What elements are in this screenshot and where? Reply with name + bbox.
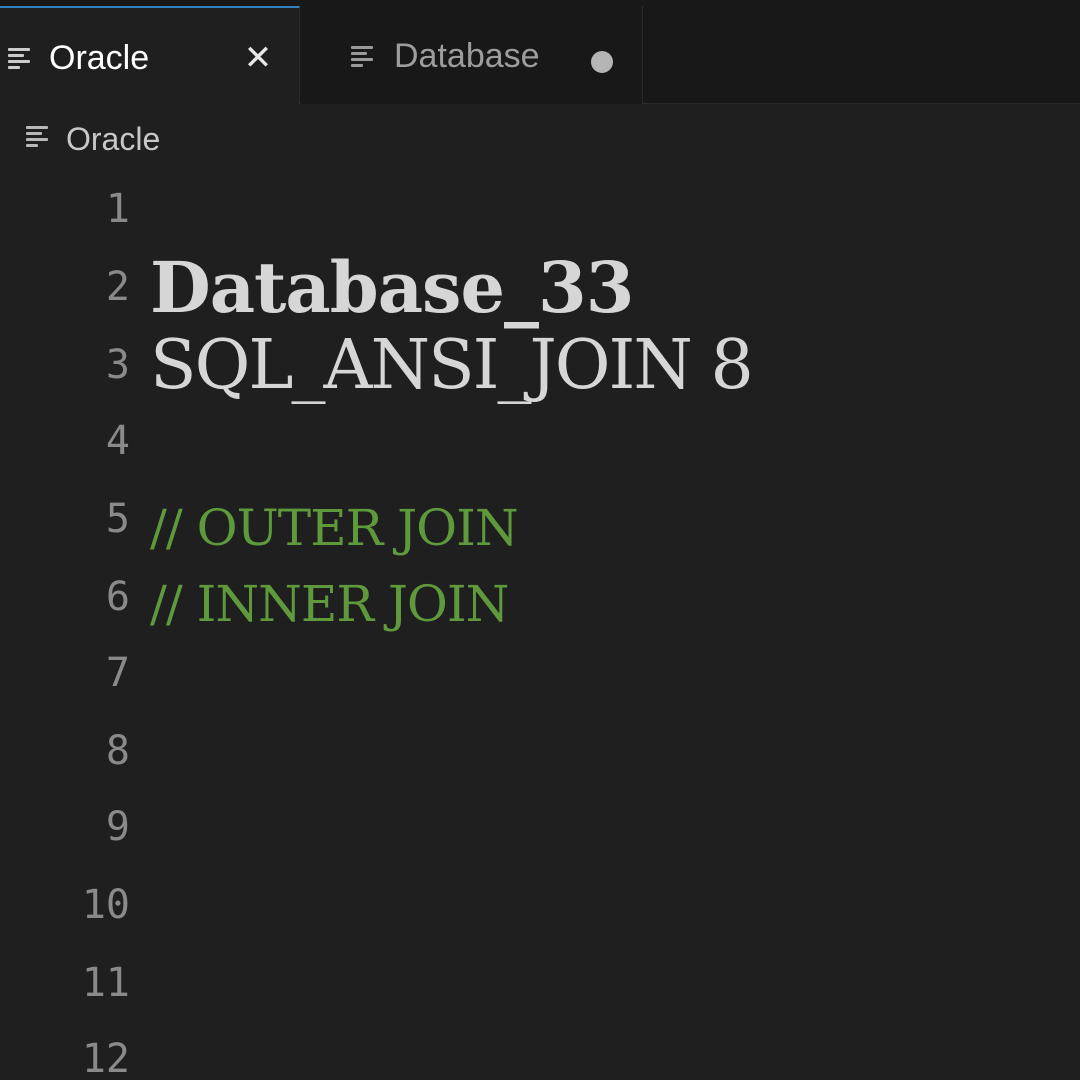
line-number: 7	[105, 650, 130, 696]
modified-dot-icon[interactable]	[591, 51, 613, 73]
lines-icon	[8, 46, 34, 70]
line-number: 5	[105, 496, 130, 542]
code-comment-outer-join: // OUTER JOIN	[150, 499, 519, 557]
line-number: 10	[81, 882, 130, 928]
line-number: 12	[81, 1036, 130, 1080]
tab-label: Database	[394, 37, 540, 75]
line-number: 6	[105, 574, 130, 620]
lines-icon	[351, 44, 377, 68]
code-line-subtitle: SQL_ANSI_JOIN 8	[150, 326, 754, 405]
tab-oracle[interactable]: Oracle ✕	[0, 6, 300, 105]
line-number: 3	[105, 342, 130, 388]
tab-label: Oracle	[49, 39, 150, 77]
line-number: 4	[105, 418, 130, 464]
line-number: 2	[105, 264, 130, 310]
editor-window: Oracle ✕ Database Oracle 1 2 3 4 5 6 7 8…	[0, 0, 1080, 1080]
tab-bar: Oracle ✕ Database	[0, 6, 1080, 105]
code-comment-inner-join: // INNER JOIN	[150, 575, 509, 633]
breadcrumb-label: Oracle	[66, 121, 161, 157]
code-line-title: Database_33	[150, 246, 634, 329]
line-number: 9	[105, 804, 130, 850]
code-editor[interactable]: 1 2 3 4 5 6 7 8 9 10 11 12 Database_33 S…	[0, 170, 1080, 1080]
line-number: 11	[81, 960, 130, 1006]
line-number: 1	[105, 186, 130, 232]
lines-icon	[26, 124, 52, 148]
tab-database[interactable]: Database	[301, 6, 643, 104]
line-number: 8	[105, 728, 130, 774]
close-icon[interactable]: ✕	[240, 40, 276, 76]
